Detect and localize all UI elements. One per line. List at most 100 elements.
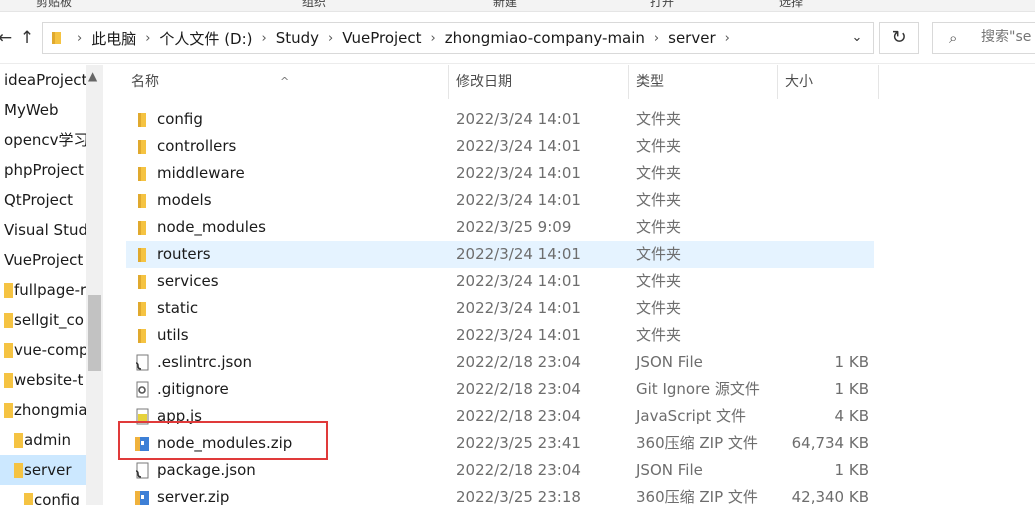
folder-icon xyxy=(4,403,13,418)
file-size xyxy=(769,322,869,349)
file-type: JSON File xyxy=(636,461,703,479)
breadcrumb: › 此电脑 › 个人文件 (D:) › Study › VueProject ›… xyxy=(73,23,734,53)
tree-item-label: sellgit_co xyxy=(14,311,84,329)
file-name: middleware xyxy=(157,164,245,182)
column-header-name[interactable]: 名称 ^ xyxy=(118,65,449,99)
file-size xyxy=(769,133,869,160)
file-type: 文件夹 xyxy=(636,164,682,182)
chevron-down-icon[interactable]: ⌄ xyxy=(841,23,873,53)
file-row[interactable]: services 2022/3/24 14:01 文件夹 xyxy=(126,268,874,295)
column-header-type[interactable]: 类型 xyxy=(629,65,778,99)
chevron-right-icon[interactable]: › xyxy=(650,31,663,46)
file-date: 2022/2/18 23:04 xyxy=(456,461,581,479)
tree-item[interactable]: Visual Studio xyxy=(0,215,86,245)
tree-item[interactable]: opencv学习 xyxy=(0,125,86,155)
file-name: controllers xyxy=(157,137,237,155)
column-header-date[interactable]: 修改日期 xyxy=(449,65,629,99)
tree-item[interactable]: zhongmia xyxy=(0,395,86,425)
tree-item-label: admin xyxy=(24,431,71,449)
scroll-up-icon[interactable]: ▲ xyxy=(88,69,97,83)
file-name: .eslintrc.json xyxy=(157,353,253,371)
folder-icon xyxy=(4,283,13,298)
search-icon: ⌕ xyxy=(949,29,958,47)
navigation-bar: ← ↑ › 此电脑 › 个人文件 (D:) › Study › VueProje… xyxy=(0,12,1035,64)
highlight-box xyxy=(118,421,328,460)
ribbon-label[interactable]: 打开 xyxy=(650,0,674,10)
breadcrumb-item[interactable]: VueProject xyxy=(337,29,426,47)
file-date: 2022/2/18 23:04 xyxy=(456,353,581,371)
tree-item-label: fullpage-r xyxy=(14,281,86,299)
search-input[interactable] xyxy=(981,29,1035,45)
file-size xyxy=(769,106,869,133)
file-date: 2022/3/25 9:09 xyxy=(456,218,572,236)
tree-item[interactable]: VueProject xyxy=(0,245,86,275)
zip-file-icon xyxy=(135,491,149,505)
ribbon-label[interactable]: 新建 xyxy=(493,0,517,10)
file-row[interactable]: node_modules 2022/3/25 9:09 文件夹 xyxy=(126,214,874,241)
file-size: 1 KB xyxy=(834,461,869,479)
ribbon-label[interactable]: 选择 xyxy=(779,0,803,10)
tree-item[interactable]: config xyxy=(0,485,86,505)
folder-icon xyxy=(4,373,13,388)
ribbon-label[interactable]: 组织 xyxy=(302,0,326,10)
file-row[interactable]: models 2022/3/24 14:01 文件夹 xyxy=(126,187,874,214)
file-name: models xyxy=(157,191,212,209)
file-name: package.json xyxy=(157,461,256,479)
navigation-pane-scrollbar[interactable]: ▲ xyxy=(86,65,103,505)
breadcrumb-item[interactable]: server xyxy=(663,29,720,47)
search-box[interactable]: ⌕ xyxy=(932,22,1035,54)
file-row[interactable]: middleware 2022/3/24 14:01 文件夹 xyxy=(126,160,874,187)
sort-ascending-icon: ^ xyxy=(280,75,290,88)
ribbon-label[interactable]: 剪贴板 xyxy=(36,0,72,10)
file-size xyxy=(769,160,869,187)
file-row[interactable]: config 2022/3/24 14:01 文件夹 xyxy=(126,106,874,133)
file-row[interactable]: .eslintrc.json 2022/2/18 23:04 JSON File 1 … xyxy=(126,349,874,376)
chevron-right-icon[interactable]: › xyxy=(721,31,734,46)
tree-item[interactable]: server xyxy=(0,455,86,485)
tree-item[interactable]: ideaProject xyxy=(0,65,86,95)
folder-icon xyxy=(52,32,61,44)
back-arrow-icon[interactable]: ← xyxy=(0,26,16,50)
chevron-right-icon[interactable]: › xyxy=(141,31,154,46)
tree-item[interactable]: MyWeb xyxy=(0,95,86,125)
chevron-right-icon[interactable]: › xyxy=(427,31,440,46)
breadcrumb-item[interactable]: 此电脑 xyxy=(86,28,141,49)
file-explorer-window: 剪贴板 组织 新建 打开 选择 ← ↑ › 此电脑 › 个人文件 (D:) › … xyxy=(0,0,1035,505)
address-bar[interactable]: › 此电脑 › 个人文件 (D:) › Study › VueProject ›… xyxy=(42,22,874,54)
folder-icon xyxy=(138,194,146,208)
file-date: 2022/3/24 14:01 xyxy=(456,245,581,263)
tree-item-label: vue-comp xyxy=(14,341,86,359)
breadcrumb-item[interactable]: Study xyxy=(271,29,324,47)
file-date: 2022/3/24 14:01 xyxy=(456,137,581,155)
chevron-right-icon[interactable]: › xyxy=(258,31,271,46)
folder-icon xyxy=(4,343,13,358)
scrollbar-thumb[interactable] xyxy=(88,295,101,371)
file-type: Git Ignore 源文件 xyxy=(636,380,760,398)
breadcrumb-item[interactable]: zhongmiao-company-main xyxy=(440,29,650,47)
file-row[interactable]: static 2022/3/24 14:01 文件夹 xyxy=(126,295,874,322)
chevron-right-icon[interactable]: › xyxy=(324,31,337,46)
file-type: 文件夹 xyxy=(636,299,682,317)
tree-item-label: config xyxy=(34,491,80,505)
tree-item[interactable]: vue-comp xyxy=(0,335,86,365)
file-row[interactable]: package.json 2022/2/18 23:04 JSON File 1 KB xyxy=(126,457,874,484)
up-arrow-icon[interactable]: ↑ xyxy=(16,26,38,50)
breadcrumb-item[interactable]: 个人文件 (D:) xyxy=(154,28,257,49)
file-size xyxy=(769,268,869,295)
file-row[interactable]: .gitignore 2022/2/18 23:04 Git Ignore 源文件 1… xyxy=(126,376,874,403)
refresh-button[interactable]: ↻ xyxy=(879,22,919,54)
chevron-right-icon[interactable]: › xyxy=(73,31,86,46)
column-header-size[interactable]: 大小 xyxy=(778,65,879,99)
file-size: 1 KB xyxy=(834,380,869,398)
file-row[interactable]: server.zip 2022/3/25 23:18 360压缩 ZIP 文件 42,… xyxy=(126,484,874,505)
tree-item[interactable]: website-t xyxy=(0,365,86,395)
tree-item[interactable]: QtProject xyxy=(0,185,86,215)
tree-item-label: server xyxy=(24,461,72,479)
tree-item[interactable]: phpProject xyxy=(0,155,86,185)
file-row[interactable]: controllers 2022/3/24 14:01 文件夹 xyxy=(126,133,874,160)
tree-item[interactable]: fullpage-r xyxy=(0,275,86,305)
tree-item[interactable]: admin xyxy=(0,425,86,455)
file-row[interactable]: utils 2022/3/24 14:01 文件夹 xyxy=(126,322,874,349)
file-row[interactable]: routers 2022/3/24 14:01 文件夹 xyxy=(126,241,874,268)
tree-item[interactable]: sellgit_co xyxy=(0,305,86,335)
